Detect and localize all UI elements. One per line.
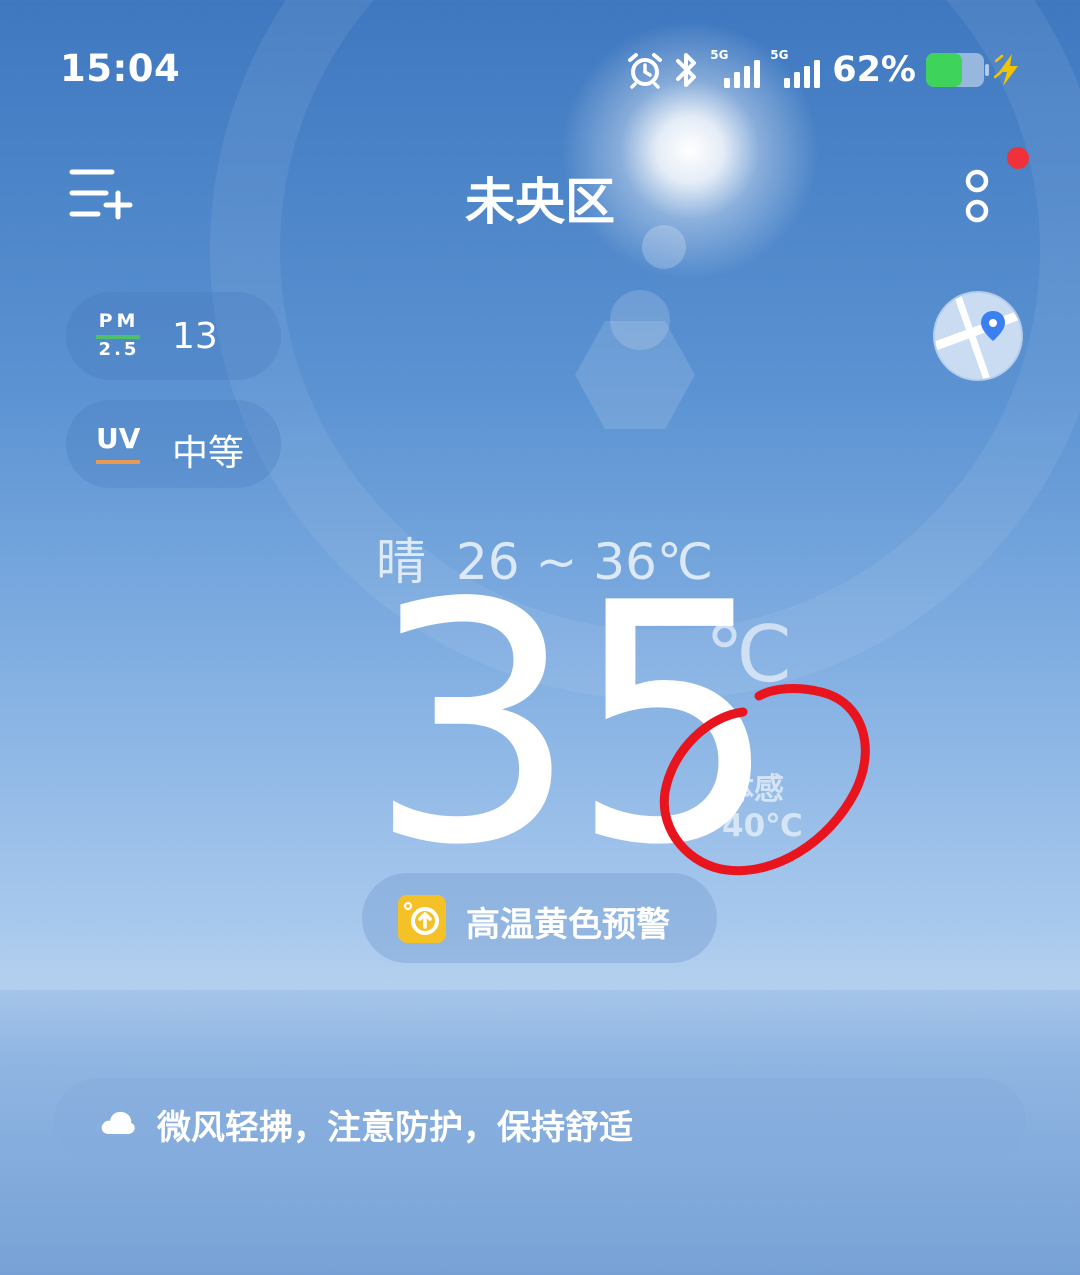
signal-indicator-1: 5G [710,48,761,88]
uv-label: UV [96,422,141,455]
signal-icon [724,60,761,88]
pm25-icon: PM 2.5 [96,310,142,360]
battery-percent: 62% [832,50,916,90]
more-icon [965,169,989,223]
warning-text: 高温黄色预警 [466,905,670,945]
alarm-icon [628,53,663,89]
signal-icon [784,60,821,88]
battery-icon [926,53,989,87]
signal-indicator-2: 5G [770,48,821,88]
bluetooth-icon [676,53,697,87]
map-location-icon [935,293,1021,379]
thermometer-warning-icon [398,895,446,943]
weather-tip-bar[interactable]: 微风轻拂，注意防护，保持舒适 [54,1078,1026,1166]
status-bar: 15:04 5G 5G 62% [0,0,1080,140]
uv-icon: UV [96,422,142,468]
lens-flare [610,290,670,350]
pm25-label-top: PM [98,310,140,332]
status-icons: 5G 5G 62% [626,48,1022,92]
pm25-label-bottom: 2.5 [98,339,140,360]
lens-flare [575,321,695,429]
notification-dot [1007,147,1029,169]
map-button[interactable] [935,293,1021,379]
red-annotation-circle [659,684,870,876]
uv-accent-line [96,460,140,464]
more-options-button[interactable] [955,165,1005,229]
pm25-indicator[interactable]: PM 2.5 13 [66,292,281,380]
uv-indicator[interactable]: UV 中等 [66,400,281,488]
status-time: 15:04 [60,47,181,90]
battery-level-fill [926,53,962,87]
battery-cap [985,64,989,76]
charging-icon [994,54,1018,86]
uv-value: 中等 [172,433,245,474]
weather-tip-text: 微风轻拂，注意防护，保持舒适 [157,1108,633,1148]
menu-add-icon [69,169,133,220]
pm25-value: 13 [172,316,218,357]
city-title: 未央区 [465,173,615,231]
city-list-add-button[interactable] [68,166,138,226]
high-temp-warning[interactable]: 高温黄色预警 [362,873,717,963]
cloud-icon [101,1111,135,1134]
